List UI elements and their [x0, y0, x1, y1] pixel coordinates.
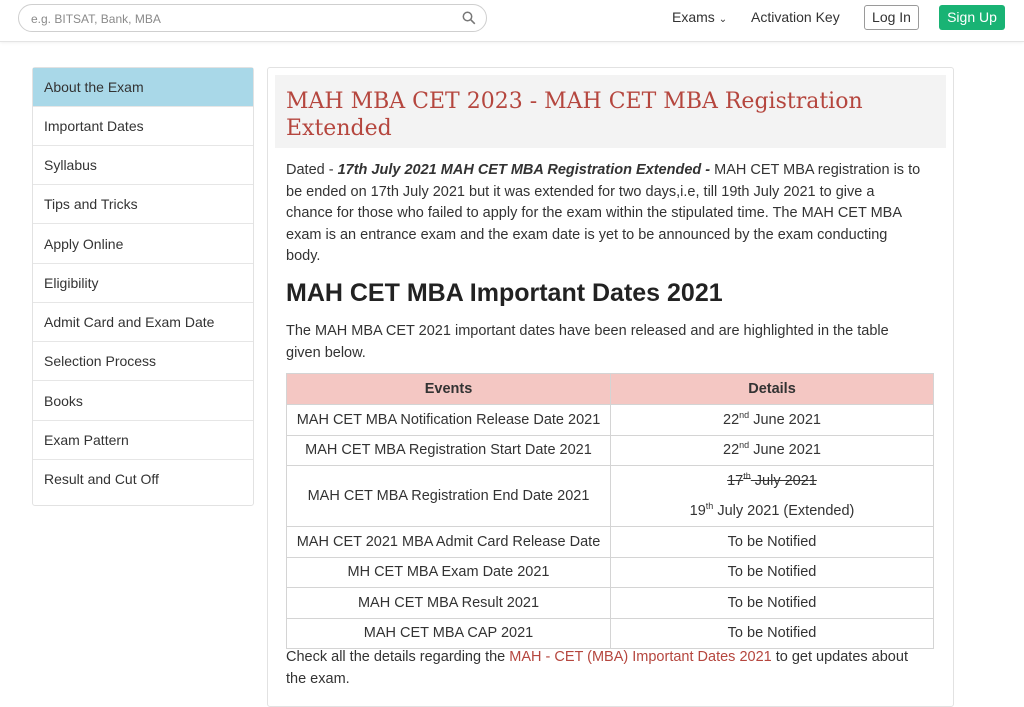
- signup-button[interactable]: Sign Up: [939, 5, 1005, 30]
- nav-activation-key[interactable]: Activation Key: [751, 9, 840, 25]
- search-input[interactable]: [31, 9, 451, 29]
- article-title-box: MAH MBA CET 2023 - MAH CET MBA Registrat…: [275, 75, 946, 148]
- extended-end-date: 19th July 2021 (Extended): [615, 496, 929, 526]
- table-cell-details: To be Notified: [610, 556, 934, 588]
- table-cell-event: MAH CET MBA Result 2021: [286, 587, 611, 619]
- table-row: MAH CET MBA Registration End Date 2021 1…: [286, 465, 934, 527]
- important-dates-link[interactable]: MAH - CET (MBA) Important Dates 2021: [509, 649, 771, 665]
- table-cell-event: MAH CET MBA Registration End Date 2021: [286, 465, 611, 527]
- sidebar-item-exam-pattern[interactable]: Exam Pattern: [33, 421, 253, 460]
- table-header-details: Details: [610, 373, 934, 405]
- intro-bold-text: 17th July 2021 MAH CET MBA Registration …: [337, 162, 715, 178]
- sidebar-item-about-the-exam[interactable]: About the Exam: [33, 68, 253, 107]
- section-heading: MAH CET MBA Important Dates 2021: [286, 279, 723, 307]
- date-day: 17: [727, 473, 744, 489]
- article-title: MAH MBA CET 2023 - MAH CET MBA Registrat…: [286, 89, 863, 141]
- date-day: 22: [723, 411, 740, 428]
- table-row: MH CET MBA Exam Date 2021 To be Notified: [286, 556, 934, 588]
- old-end-date: 17th July 2021: [615, 466, 929, 496]
- table-header-row: Events Details: [286, 373, 934, 405]
- sidebar-item-selection-process[interactable]: Selection Process: [33, 342, 253, 381]
- table-cell-details: To be Notified: [610, 587, 934, 619]
- sidebar-item-result-and-cut-off[interactable]: Result and Cut Off: [33, 460, 253, 499]
- table-cell-details: 22nd June 2021: [610, 434, 934, 466]
- top-navbar: Exams⌄ Activation Key Log In Sign Up: [0, 0, 1024, 42]
- intro-paragraph: Dated - 17th July 2021 MAH CET MBA Regis…: [286, 160, 922, 268]
- nav-exams-dropdown[interactable]: Exams ⌄: [672, 9, 727, 25]
- date-day: 19: [689, 503, 706, 519]
- sidebar-item-syllabus[interactable]: Syllabus: [33, 146, 253, 185]
- footer-paragraph: Check all the details regarding the MAH …: [286, 647, 922, 690]
- table-cell-event: MAH CET MBA Notification Release Date 20…: [286, 404, 611, 436]
- sidebar-item-tips-and-tricks[interactable]: Tips and Tricks: [33, 185, 253, 224]
- date-day: 22: [723, 442, 740, 459]
- table-cell-event: MAH CET 2021 MBA Admit Card Release Date: [286, 526, 611, 558]
- date-rest: July 2021 (Extended): [713, 503, 855, 519]
- search-icon[interactable]: [462, 11, 476, 25]
- nav-exams-label: Exams: [672, 9, 715, 25]
- table-row: MAH CET MBA Result 2021 To be Notified: [286, 587, 934, 619]
- table-cell-event: MAH CET MBA CAP 2021: [286, 617, 611, 649]
- sidebar-item-important-dates[interactable]: Important Dates: [33, 107, 253, 146]
- table-row: MAH CET 2021 MBA Admit Card Release Date…: [286, 526, 934, 558]
- date-suffix: th: [743, 471, 751, 482]
- date-suffix: nd: [739, 409, 750, 420]
- table-row: MAH CET MBA Notification Release Date 20…: [286, 404, 934, 436]
- table-header-events: Events: [286, 373, 611, 405]
- exam-sidebar: About the Exam Important Dates Syllabus …: [32, 67, 254, 506]
- footer-prefix: Check all the details regarding the: [286, 649, 510, 665]
- section-intro: The MAH MBA CET 2021 important dates hav…: [286, 323, 889, 361]
- date-rest: June 2021: [749, 442, 821, 459]
- search-box[interactable]: [18, 4, 487, 32]
- intro-prefix: Dated -: [286, 162, 338, 178]
- important-dates-table: Events Details MAH CET MBA Notification …: [286, 373, 934, 649]
- table-cell-details: 22nd June 2021: [610, 404, 934, 436]
- date-rest: July 2021: [750, 473, 817, 489]
- sidebar-item-books[interactable]: Books: [33, 382, 253, 421]
- date-suffix: nd: [739, 440, 750, 451]
- table-cell-event: MH CET MBA Exam Date 2021: [286, 556, 611, 588]
- sidebar-item-apply-online[interactable]: Apply Online: [33, 225, 253, 264]
- date-rest: June 2021: [749, 411, 821, 428]
- table-cell-details: 17th July 2021 19th July 2021 (Extended): [610, 465, 934, 527]
- table-cell-event: MAH CET MBA Registration Start Date 2021: [286, 434, 611, 466]
- table-row: MAH CET MBA CAP 2021 To be Notified: [286, 617, 934, 649]
- table-row: MAH CET MBA Registration Start Date 2021…: [286, 434, 934, 466]
- login-button[interactable]: Log In: [864, 5, 919, 30]
- sidebar-item-admit-card[interactable]: Admit Card and Exam Date: [33, 303, 253, 342]
- table-cell-details: To be Notified: [610, 617, 934, 649]
- chevron-down-icon: ⌄: [718, 14, 728, 25]
- sidebar-item-eligibility[interactable]: Eligibility: [33, 264, 253, 303]
- table-cell-details: To be Notified: [610, 526, 934, 558]
